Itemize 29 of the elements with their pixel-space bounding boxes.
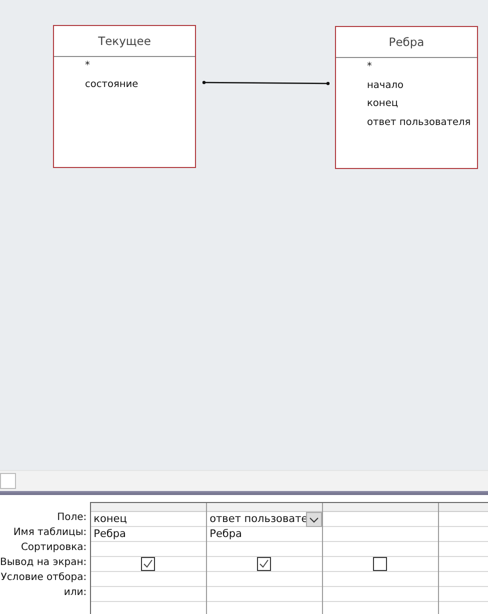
field-cell[interactable]: ответ пользовате	[206, 512, 322, 527]
checkbox[interactable]	[141, 557, 156, 571]
row-label: Условие отбора:	[0, 571, 87, 585]
splitter-bar[interactable]	[0, 491, 488, 495]
row-label: Вывод на экран:	[0, 556, 87, 570]
field-name[interactable]: начало	[367, 76, 477, 95]
scroll-corner	[0, 473, 16, 489]
field-name[interactable]: *	[367, 58, 477, 76]
field-name[interactable]: конец	[367, 95, 477, 114]
field-name[interactable]: ответ пользователя	[367, 114, 477, 132]
table-cell[interactable]: Ребра	[90, 527, 206, 542]
scroll-bar[interactable]	[0, 470, 488, 491]
join-line[interactable]	[202, 80, 330, 86]
column-selector[interactable]	[90, 503, 206, 512]
row-label: Поле:	[56, 511, 87, 525]
row-label: Сортировка:	[20, 541, 87, 555]
dropdown-icon[interactable]	[306, 512, 322, 527]
field-name[interactable]: *	[85, 57, 195, 76]
field-cell[interactable]: конец	[90, 512, 206, 527]
table-title: Ребра	[336, 27, 477, 58]
table-box[interactable]: Текущее * состояние	[53, 25, 196, 168]
table-cell[interactable]: Ребра	[206, 527, 322, 542]
field-name[interactable]: состояние	[85, 76, 195, 94]
checkbox[interactable]	[373, 557, 388, 571]
row-label: или:	[62, 586, 87, 600]
checkbox[interactable]	[257, 557, 272, 571]
table-box[interactable]: Ребра * начало конец ответ пользователя	[335, 26, 478, 169]
table-title: Текущее	[54, 26, 195, 57]
row-label: Имя таблицы:	[12, 526, 87, 540]
